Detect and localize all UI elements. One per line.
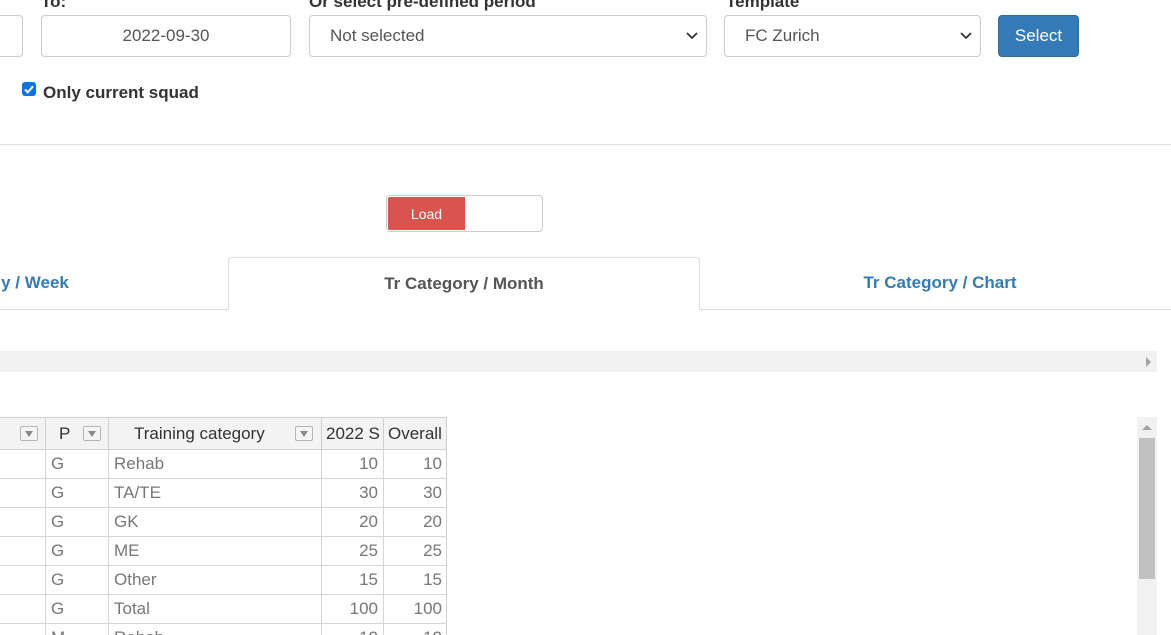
cell-p: G <box>46 450 109 478</box>
period-select[interactable]: Not selected <box>309 15 707 57</box>
cell-season: 30 <box>322 479 384 507</box>
column-header-season: 2022 S <box>322 418 384 450</box>
cell-player <box>0 537 46 565</box>
cell-training-category: ME <box>109 537 322 565</box>
table-row[interactable]: G Other 15 15 <box>0 566 446 595</box>
cell-season: 100 <box>322 595 384 623</box>
table-row[interactable]: G TA/TE 30 30 <box>0 479 446 508</box>
scrollbar-thumb[interactable] <box>1139 438 1155 579</box>
section-divider <box>0 144 1171 145</box>
to-label: To: <box>41 0 67 11</box>
cell-season: 10 <box>322 624 384 635</box>
table-row[interactable]: G GK 20 20 <box>0 508 446 537</box>
template-select-value: FC Zurich <box>745 26 820 45</box>
column-header-name <box>0 418 46 450</box>
column-header-overall: Overall <box>388 424 442 443</box>
from-date-input[interactable] <box>0 15 23 57</box>
filter-icon[interactable] <box>20 426 38 441</box>
vertical-scrollbar[interactable] <box>1137 417 1157 635</box>
cell-training-category: Total <box>109 595 322 623</box>
training-category-grid: P Training category 2022 S Overall G Reha… <box>0 417 447 635</box>
cell-overall: 20 <box>423 512 442 531</box>
cell-overall: 15 <box>423 570 442 589</box>
column-header-training-category: Training category <box>109 418 322 450</box>
table-row[interactable]: MRehab1010 <box>0 624 446 635</box>
only-current-squad-checkbox[interactable] <box>22 82 36 96</box>
cell-p: G <box>46 479 109 507</box>
cell-training-category: GK <box>109 508 322 536</box>
table-row[interactable]: G ME 25 25 <box>0 537 446 566</box>
chevron-down-icon <box>952 32 980 40</box>
horizontal-scrollbar[interactable] <box>0 351 1157 372</box>
template-select[interactable]: FC Zurich <box>724 15 981 57</box>
table-row[interactable]: G Rehab 10 10 <box>0 450 446 479</box>
tab-category-week[interactable]: y / Week <box>0 257 80 309</box>
cell-p: G <box>46 508 109 536</box>
cell-player <box>0 450 46 478</box>
cell-p: M <box>46 624 109 635</box>
cell-player <box>0 508 46 536</box>
filter-icon[interactable] <box>83 426 101 441</box>
cell-player <box>0 566 46 594</box>
cell-training-category: TA/TE <box>109 479 322 507</box>
scroll-right-icon[interactable] <box>1146 357 1151 367</box>
cell-training-category: Rehab <box>109 624 322 635</box>
chevron-down-icon <box>678 32 706 40</box>
cell-player <box>0 479 46 507</box>
cell-season: 25 <box>322 537 384 565</box>
grid-header: P Training category 2022 S Overall <box>0 417 446 450</box>
column-header-p: P <box>46 418 109 450</box>
cell-overall: 10 <box>423 454 442 473</box>
cell-p: G <box>46 595 109 623</box>
cell-player <box>0 624 46 635</box>
cell-overall: 10 <box>384 624 446 635</box>
filter-icon[interactable] <box>295 426 313 441</box>
scroll-up-icon[interactable] <box>1142 425 1152 430</box>
load-toggle[interactable]: Load <box>386 195 543 232</box>
cell-overall: 30 <box>423 483 442 502</box>
load-button[interactable]: Load <box>388 197 465 230</box>
to-date-input[interactable] <box>41 15 291 57</box>
cell-p: G <box>46 537 109 565</box>
cell-overall: 100 <box>413 599 442 618</box>
check-icon <box>24 85 34 94</box>
cell-player <box>0 595 46 623</box>
cell-p: G <box>46 566 109 594</box>
only-current-squad-label: Only current squad <box>43 83 199 102</box>
cell-training-category: Other <box>109 566 322 594</box>
table-row[interactable]: G Total 100 100 <box>0 595 446 624</box>
period-label: Or select pre-defined period <box>309 0 536 11</box>
cell-training-category: Rehab <box>109 450 322 478</box>
cell-season: 10 <box>322 450 384 478</box>
tab-category-chart[interactable]: Tr Category / Chart <box>700 257 1171 309</box>
period-select-value: Not selected <box>330 26 425 45</box>
select-button[interactable]: Select <box>998 15 1079 57</box>
cell-season: 20 <box>322 508 384 536</box>
cell-season: 15 <box>322 566 384 594</box>
cell-overall: 25 <box>423 541 442 560</box>
tab-category-month[interactable]: Tr Category / Month <box>228 257 700 310</box>
template-label: Template <box>726 0 800 11</box>
